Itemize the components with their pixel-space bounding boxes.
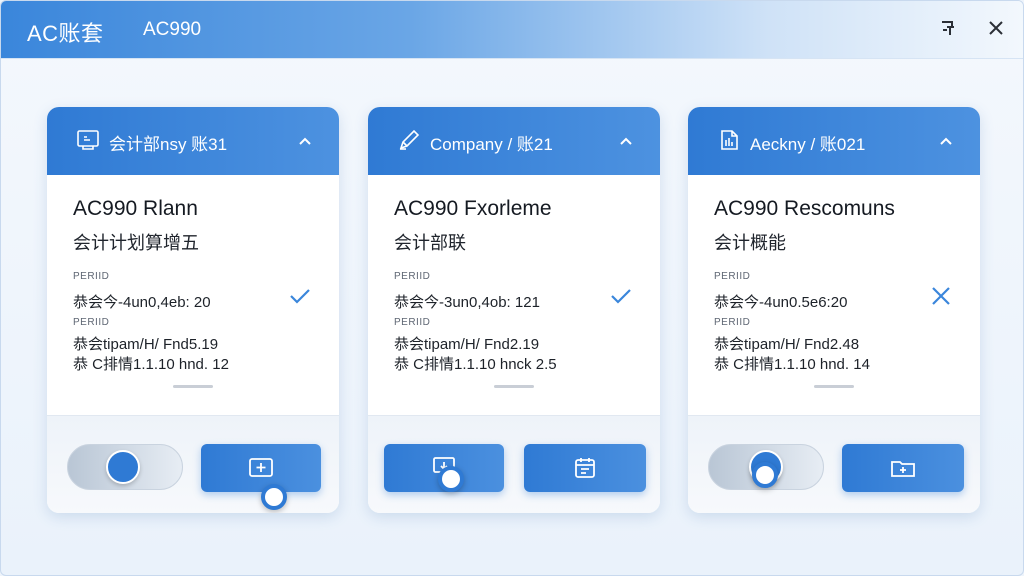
calendar-icon <box>575 458 595 478</box>
card-footer <box>368 415 660 513</box>
title-bar: AC账套 AC990 <box>1 1 1023 59</box>
check-icon <box>608 283 634 309</box>
close-button[interactable] <box>979 13 1013 43</box>
close-icon <box>989 21 1003 35</box>
card-subtitle: 会计计划算增五 <box>73 233 199 253</box>
document-icon <box>716 127 742 153</box>
card-header[interactable]: Company / 账21 <box>368 107 660 175</box>
drag-handle <box>814 385 854 388</box>
collapse-button[interactable] <box>936 131 956 151</box>
folder-plus-icon <box>891 461 915 477</box>
card-body: AC990 Fxorleme 会计部联 PERIID 恭会今-3un0,4ob:… <box>368 175 660 415</box>
add-folder-button[interactable] <box>842 444 964 492</box>
drag-handle <box>494 385 534 388</box>
card-header-label: 会计部nsy 账31 <box>109 135 228 154</box>
card-header-label: Company / 账21 <box>430 135 553 154</box>
cross-icon <box>928 283 954 309</box>
card-subtitle: 会计部联 <box>394 233 466 253</box>
app-subtitle: AC990 <box>143 19 202 40</box>
monitor-icon <box>75 127 101 153</box>
cursor-indicator <box>261 484 287 510</box>
card-body: AC990 Rlann 会计计划算增五 PERIID 恭会今-4un0,4eb:… <box>47 175 339 415</box>
period-label: PERIID <box>73 271 110 282</box>
period-label: PERIID <box>714 271 751 282</box>
card-title: AC990 Rescomuns <box>714 197 895 220</box>
detail-value: 恭 C排情1.1.10 hnd. 14 <box>714 356 870 373</box>
period-label: PERIID <box>394 317 431 328</box>
period-value: 恭会今-4un0.5e6:20 <box>714 294 848 311</box>
period-value: 恭会今-4un0,4eb: 20 <box>73 294 211 311</box>
detail-value: 恭会tipam/H/ Fnd2.19 <box>394 336 540 353</box>
toggle-knob <box>106 450 140 484</box>
account-card-3: Aeckny / 账021 AC990 Rescomuns 会计概能 PERII… <box>688 107 980 513</box>
pin-icon <box>942 21 954 35</box>
card-subtitle: 会计概能 <box>714 233 786 253</box>
pen-icon <box>396 127 422 153</box>
account-card-2: Company / 账21 AC990 Fxorleme 会计部联 PERIID… <box>368 107 660 513</box>
period-label: PERIID <box>73 317 110 328</box>
schedule-button[interactable] <box>524 444 646 492</box>
add-entry-button[interactable] <box>201 444 321 492</box>
drag-handle <box>173 385 213 388</box>
card-footer <box>688 415 980 513</box>
add-box-icon <box>249 458 273 477</box>
period-label: PERIID <box>394 271 431 282</box>
period-label: PERIID <box>714 317 751 328</box>
detail-value: 恭 C排情1.1.10 hnck 2.5 <box>394 356 557 373</box>
detail-value: 恭会tipam/H/ Fnd5.19 <box>73 336 219 353</box>
pin-button[interactable] <box>931 13 965 43</box>
account-card-1: 会计部nsy 账31 AC990 Rlann 会计计划算增五 PERIID 恭会… <box>47 107 339 513</box>
chevron-up-icon <box>620 137 632 145</box>
app-title: AC账套 <box>27 21 104 46</box>
chevron-up-icon <box>299 137 311 145</box>
detail-value: 恭 C排情1.1.10 hnd. 12 <box>73 356 229 373</box>
app-window: AC账套 AC990 会计部nsy 账31 AC990 Rlann 会计计划算增… <box>0 0 1024 576</box>
card-header-label: Aeckny / 账021 <box>750 135 866 154</box>
card-title: AC990 Rlann <box>73 197 198 220</box>
card-body: AC990 Rescomuns 会计概能 PERIID 恭会今-4un0.5e6… <box>688 175 980 415</box>
card-header[interactable]: Aeckny / 账021 <box>688 107 980 175</box>
enable-toggle[interactable] <box>67 444 183 490</box>
check-icon <box>287 283 313 309</box>
card-title: AC990 Fxorleme <box>394 197 552 220</box>
cursor-indicator <box>438 466 464 492</box>
collapse-button[interactable] <box>616 131 636 151</box>
collapse-button[interactable] <box>295 131 315 151</box>
chevron-up-icon <box>940 137 952 145</box>
card-header[interactable]: 会计部nsy 账31 <box>47 107 339 175</box>
period-value: 恭会今-3un0,4ob: 121 <box>394 294 540 311</box>
cursor-indicator <box>752 462 778 488</box>
detail-value: 恭会tipam/H/ Fnd2.48 <box>714 336 860 353</box>
card-footer <box>47 415 339 513</box>
